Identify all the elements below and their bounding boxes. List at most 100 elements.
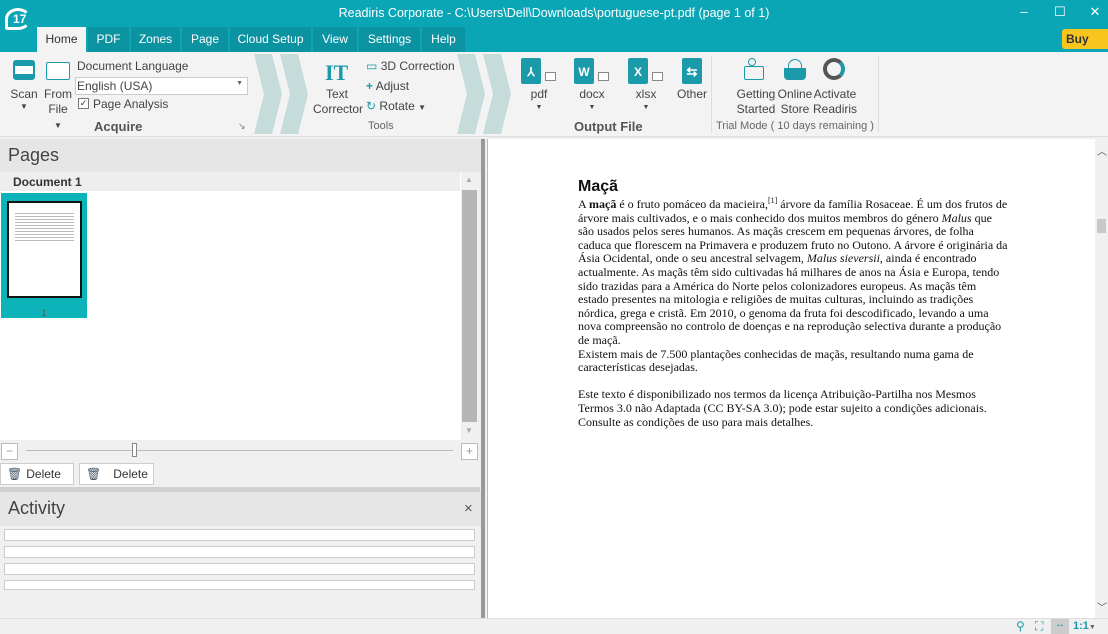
search-icon[interactable]: ⚲ (1016, 619, 1025, 633)
document-line: nova compreensão no controlo de doenças … (578, 320, 1018, 334)
document-line: de maçã. (578, 333, 1018, 348)
document-group-label: Document 1 (13, 175, 82, 189)
acquire-group-label: Acquire (94, 119, 143, 134)
activity-panel-header: Activity × (0, 492, 482, 526)
file-label: File (48, 102, 68, 116)
document-line: são usados pelos seres humanos. As maçãs… (578, 224, 1018, 239)
text-run: árvore da família Rosaceae. É um dos fru… (777, 197, 1008, 211)
thumbnail-size-slider[interactable] (26, 450, 453, 451)
online-store-button[interactable]: Online Store (777, 58, 813, 116)
status-bar: ⚲ ⛶ ↔ 1:1▼ (0, 618, 1108, 634)
text-run: caduca que florescem na Primavera e prod… (578, 237, 1008, 252)
page-thumbnail[interactable]: 1 (1, 193, 87, 318)
getting-started-button[interactable]: Getting Started (736, 58, 776, 116)
text-run: nova compreensão no controlo de doenças … (578, 319, 1002, 334)
delete-all-button[interactable]: 🗑Delete All (0, 463, 74, 501)
document-language-label: Document Language (77, 59, 189, 73)
pdf-output-button[interactable]: ⅄ pdf ▼ (518, 58, 560, 114)
zoom-out-button[interactable]: − (1, 443, 18, 460)
document-language-select[interactable]: English (USA) ▼ (75, 77, 248, 95)
rotate-button[interactable]: ↻ Rotate ▼ (366, 99, 426, 115)
zoom-in-button[interactable]: + (461, 443, 478, 460)
page-analysis-label: Page Analysis (93, 97, 169, 111)
output-file-group-label: Output File (574, 119, 643, 134)
3d-correction-button[interactable]: ▭ 3D Correction (366, 59, 455, 74)
video-camera-icon (744, 66, 764, 80)
from-file-button[interactable]: From File ▼ (43, 60, 73, 130)
pages-scrollbar[interactable]: ▲ ▼ (461, 172, 478, 440)
document-line: A maçã é o fruto pomáceo da macieira,[1]… (578, 196, 1018, 212)
trash-icon: 🗑 (7, 467, 23, 481)
page-analysis-checkbox[interactable]: ✓ (78, 98, 89, 109)
pane-splitter[interactable] (481, 139, 485, 618)
adjust-icon: + (366, 79, 374, 93)
other-label: Other (676, 87, 707, 101)
tab-settings[interactable]: Settings (359, 27, 421, 52)
document-page: Maçã A maçã é o fruto pomáceo da macieir… (578, 178, 1018, 429)
document-line: estado presentes na mitologia e religiõe… (578, 292, 1018, 307)
document-line: Ásia Ocidental, onde o seu ancestral sel… (578, 252, 1018, 266)
slider-handle[interactable] (132, 443, 137, 457)
tab-help[interactable]: Help (422, 27, 466, 52)
fit-width-icon[interactable]: ↔ (1051, 619, 1069, 634)
text-corrector-button[interactable]: IT Text Corrector (313, 60, 363, 118)
folder-icon (598, 72, 609, 81)
text-run: maçã (589, 197, 617, 211)
folder-icon (545, 72, 556, 81)
folder-icon (46, 62, 70, 80)
activate-readiris-button[interactable]: Activate Readiris (813, 58, 857, 116)
buy-now-button[interactable]: Buy now (1062, 29, 1108, 66)
minimize-button[interactable]: – (1014, 4, 1034, 19)
document-line: sido trazidas para a América do Norte pe… (578, 279, 1018, 294)
scrollbar-thumb[interactable] (462, 190, 477, 422)
document-line: Existem mais de 7.500 plantações conheci… (578, 347, 1018, 362)
tab-cloud-setup[interactable]: Cloud Setup (230, 27, 312, 52)
scroll-down-icon[interactable]: ﹀ (1097, 599, 1107, 614)
tab-page[interactable]: Page (182, 27, 229, 52)
convert-file-icon: ⇆ (682, 58, 702, 84)
text-corrector-icon: IT (325, 60, 349, 85)
delete-button[interactable]: 🗑 Delete (79, 463, 154, 485)
scroll-up-icon[interactable]: ▲ (465, 175, 473, 184)
text-run: Este texto é disponibilizado nos termos … (578, 387, 976, 402)
document-scrollbar[interactable]: ︿ ﹀ (1095, 139, 1108, 618)
tab-home[interactable]: Home (37, 27, 87, 52)
docx-output-button[interactable]: W docx ▼ (571, 58, 613, 114)
text-run: Termos 3.0 não Adaptada (CC BY-SA 3.0); … (578, 400, 987, 415)
document-line: actualmente. As maçãs têm sido cultivada… (578, 264, 1018, 280)
fit-page-icon[interactable]: ⛶ (1035, 619, 1043, 634)
close-icon[interactable]: × (464, 500, 473, 517)
excel-file-icon: X (628, 58, 648, 84)
maximize-button[interactable]: ☐ (1050, 4, 1070, 20)
scrollbar-thumb[interactable] (1097, 219, 1106, 233)
scroll-down-icon[interactable]: ▼ (465, 426, 473, 435)
document-line: caduca que florescem na Primavera e prod… (578, 237, 1018, 253)
word-file-icon: W (574, 58, 594, 84)
zoom-ratio-button[interactable]: 1:1▼ (1073, 620, 1096, 632)
text-run: A (578, 197, 590, 211)
trash-icon: 🗑 (86, 467, 102, 481)
page-number: 1 (41, 308, 47, 318)
tab-zones[interactable]: Zones (131, 27, 181, 52)
footnote-reference[interactable]: [1] (768, 196, 777, 205)
text-run: características desejadas. (578, 360, 698, 375)
scroll-up-icon[interactable]: ︿ (1097, 143, 1107, 158)
adjust-button[interactable]: + Adjust (366, 79, 409, 94)
scan-button[interactable]: Scan ▼ (10, 60, 40, 111)
dialog-launcher-icon[interactable]: ↘ (238, 121, 246, 132)
divider (711, 56, 712, 132)
text-run: actualmente. As maçãs têm sido cultivada… (578, 264, 1000, 279)
adjust-label: Adjust (375, 79, 410, 93)
window-title: Readiris Corporate - C:\Users\Dell\Downl… (338, 6, 770, 20)
document-heading: Maçã (578, 178, 619, 195)
rotate-icon: ↻ (366, 99, 377, 113)
document-line: Termos 3.0 não Adaptada (CC BY-SA 3.0); … (578, 400, 1018, 416)
tab-view[interactable]: View (313, 27, 358, 52)
close-button[interactable]: ✕ (1085, 4, 1105, 20)
rotate-label: Rotate (379, 99, 415, 113)
tab-pdf[interactable]: PDF (88, 27, 130, 52)
other-output-button[interactable]: ⇆ Other (676, 58, 708, 108)
xlsx-output-button[interactable]: X xlsx ▼ (625, 58, 667, 114)
document-line: Consulte as condições de uso para mais d… (578, 415, 1018, 430)
